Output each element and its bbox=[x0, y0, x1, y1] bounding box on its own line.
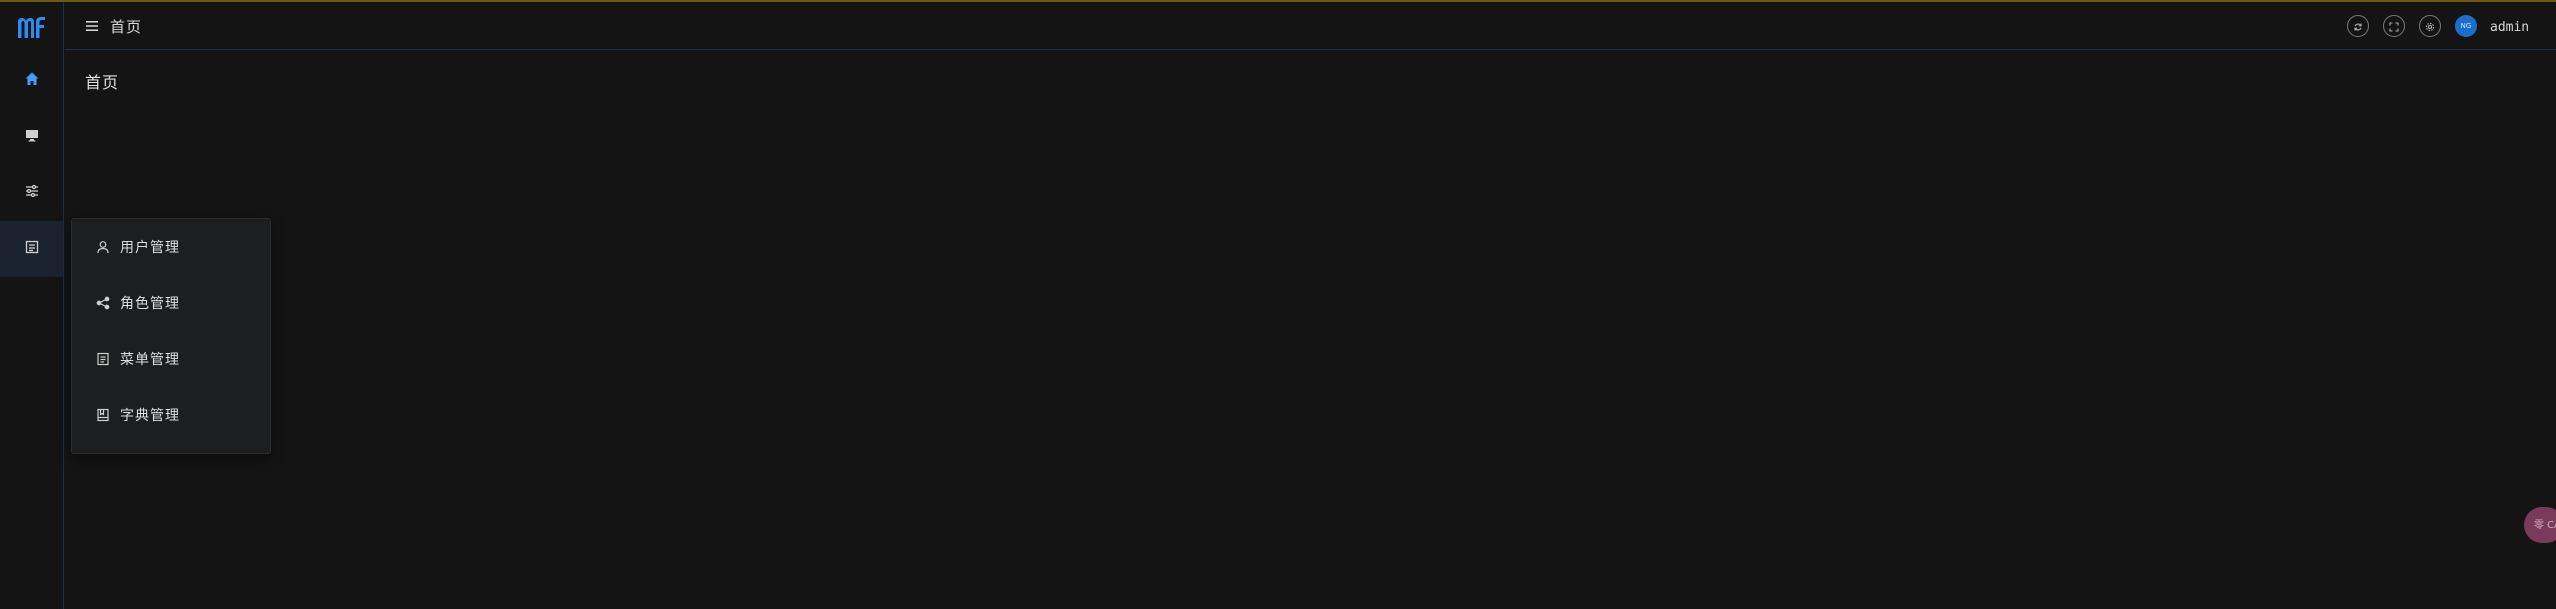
submenu-item-label: 角色管理 bbox=[120, 296, 180, 312]
menu-toggle-icon[interactable] bbox=[85, 18, 99, 32]
settings-button[interactable] bbox=[2419, 15, 2441, 37]
monitor-icon bbox=[24, 127, 40, 147]
submenu-item-label: 字典管理 bbox=[120, 408, 180, 424]
floating-translate-widget[interactable]: 零 CA bbox=[2524, 507, 2556, 543]
app-logo[interactable] bbox=[16, 14, 48, 42]
system-submenu: 用户管理 角色管理 菜单管理 字典管理 bbox=[71, 218, 271, 454]
page-title: 首页 bbox=[85, 73, 120, 92]
gear-icon bbox=[2425, 17, 2435, 36]
submenu-item-label: 菜单管理 bbox=[120, 352, 180, 368]
refresh-icon bbox=[2353, 17, 2363, 36]
sidebar bbox=[0, 2, 64, 609]
document-icon bbox=[96, 352, 110, 366]
share-icon bbox=[96, 296, 110, 310]
sidebar-item-system[interactable] bbox=[0, 221, 63, 277]
book-icon bbox=[96, 408, 110, 422]
fullscreen-icon bbox=[2389, 17, 2399, 36]
fullscreen-button[interactable] bbox=[2383, 15, 2405, 37]
sliders-icon bbox=[24, 183, 40, 203]
submenu-item-label: 用户管理 bbox=[120, 240, 180, 256]
avatar-text: NG bbox=[2460, 22, 2472, 30]
system-icon bbox=[24, 239, 40, 259]
sidebar-item-home[interactable] bbox=[0, 53, 63, 109]
home-icon bbox=[24, 71, 40, 91]
widget-text: 零 CA bbox=[2534, 519, 2556, 531]
submenu-item-menus[interactable]: 菜单管理 bbox=[72, 331, 270, 387]
avatar[interactable]: NG bbox=[2455, 15, 2477, 37]
top-header: 首页 NG admin bbox=[65, 2, 2556, 50]
username[interactable]: admin bbox=[2490, 20, 2529, 35]
refresh-button[interactable] bbox=[2347, 15, 2369, 37]
submenu-item-users[interactable]: 用户管理 bbox=[72, 219, 270, 275]
sidebar-item-settings[interactable] bbox=[0, 165, 63, 221]
sidebar-item-monitor[interactable] bbox=[0, 109, 63, 165]
user-icon bbox=[96, 240, 110, 254]
submenu-item-roles[interactable]: 角色管理 bbox=[72, 275, 270, 331]
submenu-item-dictionary[interactable]: 字典管理 bbox=[72, 387, 270, 443]
breadcrumb: 首页 bbox=[110, 18, 143, 36]
